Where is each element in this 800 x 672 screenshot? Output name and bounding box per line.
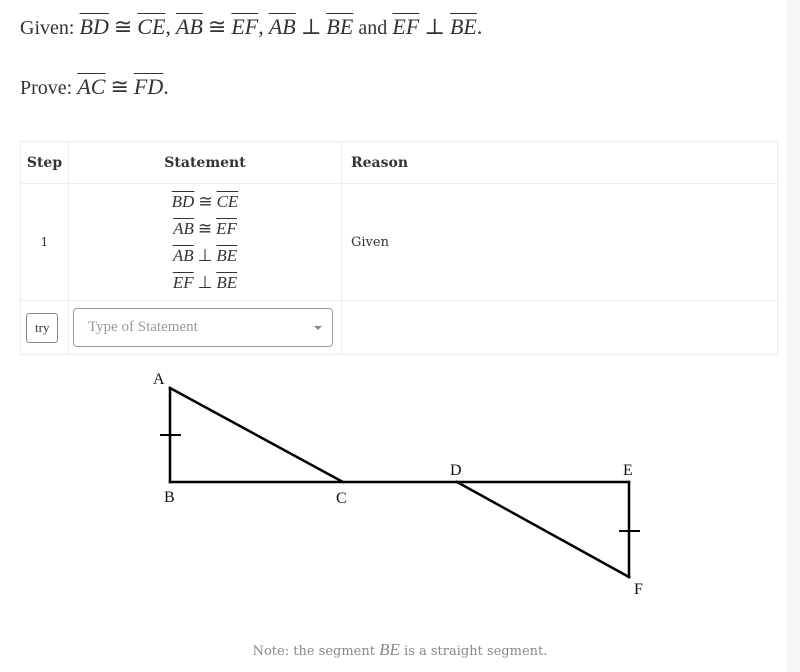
diagram-note: Note: the segment BE is a straight segme… bbox=[252, 640, 548, 659]
reason-cell: Given bbox=[341, 183, 778, 301]
segment-ac bbox=[168, 386, 345, 484]
reason-input-cell bbox=[341, 300, 778, 355]
caret-down-icon bbox=[314, 326, 322, 330]
segment-df bbox=[455, 480, 631, 579]
try-cell: try bbox=[20, 300, 69, 355]
statement-type-select[interactable]: Type of Statement bbox=[73, 308, 333, 347]
given-label: Given: bbox=[20, 17, 75, 39]
point-label-a: A bbox=[153, 371, 165, 388]
statement-cell: BD ≅ CE AB ≅ EF AB ⊥ BE EF ⊥ BE bbox=[68, 183, 342, 301]
given-4: EF ⊥ BE bbox=[392, 14, 477, 39]
point-label-b: B bbox=[164, 489, 175, 506]
note-segment: BE bbox=[379, 640, 400, 659]
table-header-row: Step Statement Reason bbox=[20, 141, 778, 184]
point-label-f: F bbox=[634, 581, 643, 598]
header-statement: Statement bbox=[68, 141, 342, 184]
geometry-diagram: A B C D E F bbox=[153, 371, 643, 598]
given-3: AB ⊥ BE bbox=[268, 14, 354, 39]
step-number: 1 bbox=[20, 183, 69, 301]
select-placeholder: Type of Statement bbox=[88, 319, 198, 335]
statement-line: EF ⊥ BE bbox=[172, 273, 238, 292]
prove-label: Prove: bbox=[20, 77, 73, 99]
statement-line: BD ≅ CE bbox=[171, 192, 239, 211]
statement-line: AB ⊥ BE bbox=[172, 246, 238, 265]
given-1: BD ≅ CE bbox=[79, 14, 166, 39]
input-row: try Type of Statement bbox=[20, 300, 778, 355]
try-button[interactable]: try bbox=[26, 312, 59, 343]
header-step: Step bbox=[20, 141, 69, 184]
point-label-e: E bbox=[623, 462, 633, 479]
point-label-d: D bbox=[450, 462, 462, 479]
point-label-c: C bbox=[336, 490, 347, 507]
header-reason: Reason bbox=[341, 141, 778, 184]
prove-statement: Prove: AC ≅ FD. bbox=[20, 74, 169, 99]
given-2: AB ≅ EF bbox=[176, 14, 259, 39]
proof-table: Step Statement Reason 1 BD ≅ CE AB ≅ EF AB ⊥ B… bbox=[20, 141, 778, 355]
given-conjunction: and bbox=[358, 17, 388, 39]
select-cell: Type of Statement bbox=[68, 300, 342, 355]
given-statement: Given: BD ≅ CE, AB ≅ EF, AB ⊥ BE and EF ⊥ BE. bbox=[20, 14, 483, 39]
table-row: 1 BD ≅ CE AB ≅ EF AB ⊥ BE EF ⊥ BE Given bbox=[20, 183, 778, 301]
statement-line: AB ≅ EF bbox=[173, 219, 237, 238]
prove-expression: AC ≅ FD bbox=[77, 74, 164, 99]
